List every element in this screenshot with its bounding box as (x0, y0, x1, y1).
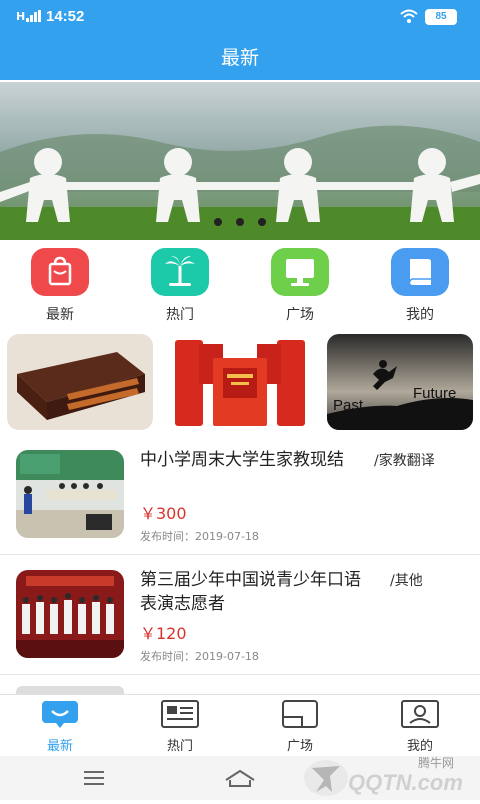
divider (0, 674, 480, 675)
listing-price: ￥300 (140, 504, 187, 523)
home-icon[interactable] (224, 768, 256, 788)
listing-category: /家教翻译 (374, 453, 435, 469)
tab-label: 最新 (46, 739, 73, 754)
tab-square[interactable]: 广场 (260, 699, 340, 754)
list-item[interactable]: 中小学周末大学生家教现结 /家教翻译 ￥300 发布时间：2019-07-18 (0, 440, 480, 556)
chat-bubble-icon (40, 699, 80, 729)
tea-gift-box-image (7, 334, 153, 430)
list-item[interactable]: 第三届少年中国说青少年口语表演志愿者 /其他 ￥120 发布时间：2019-07… (0, 560, 480, 676)
red-gift-boxes-image (167, 334, 313, 430)
category-latest[interactable]: 最新 (20, 248, 100, 324)
promo-text-past: Past (333, 397, 364, 414)
promo-text-future: Future (413, 385, 456, 402)
watermark: 腾牛网 QQTN.com (300, 752, 480, 800)
menu-icon[interactable] (82, 770, 106, 786)
carousel-dot[interactable] (214, 218, 222, 226)
user-card-icon (400, 699, 440, 729)
listing-category: /其他 (390, 573, 423, 589)
promo-card[interactable]: Past Future (327, 334, 473, 430)
page-title: 最新 (0, 36, 480, 80)
banner-image (0, 82, 480, 240)
category-grid: 最新 热门 广场 我的 (0, 248, 480, 328)
category-hot[interactable]: 热门 (140, 248, 220, 324)
book-icon (391, 248, 449, 296)
tab-hot[interactable]: 热门 (140, 699, 220, 754)
listing-date: 发布时间：2019-07-18 (140, 650, 259, 663)
divider (0, 554, 480, 555)
palm-tree-icon (151, 248, 209, 296)
banner-carousel[interactable] (0, 82, 480, 240)
bottom-tab-bar: 最新 热门 广场 我的 (0, 694, 480, 754)
listing-title: 第三届少年中国说青少年口语表演志愿者 (140, 570, 361, 614)
watermark-text: QQTN.com (348, 770, 463, 795)
category-square[interactable]: 广场 (260, 248, 340, 324)
listing-thumbnail (16, 570, 124, 658)
status-bar: H 14:52 85 (0, 0, 480, 36)
tab-label: 热门 (166, 739, 193, 754)
past-future-image: Past Future (327, 334, 473, 430)
tab-latest[interactable]: 最新 (20, 699, 100, 754)
shopping-bag-icon (31, 248, 89, 296)
carousel-dot[interactable] (258, 218, 266, 226)
category-label: 最新 (46, 307, 74, 323)
listing-thumbnail (16, 450, 124, 538)
watermark-brand: 腾牛网 (418, 756, 455, 770)
category-label: 我的 (406, 307, 434, 323)
tab-mine[interactable]: 我的 (380, 699, 460, 754)
category-label: 广场 (286, 307, 314, 323)
signal-icon: H (16, 10, 26, 23)
promo-row: Past Future (0, 334, 480, 432)
listing-title: 中小学周末大学生家教现结 (140, 450, 344, 470)
clock: 14:52 (46, 8, 85, 25)
listing-date: 发布时间：2019-07-18 (140, 530, 259, 543)
category-mine[interactable]: 我的 (380, 248, 460, 324)
carousel-dot[interactable] (236, 218, 244, 226)
listing-price: ￥120 (140, 624, 187, 643)
promo-card[interactable] (7, 334, 153, 430)
wifi-icon (400, 9, 418, 23)
category-label: 热门 (166, 307, 194, 323)
battery-indicator: 85 (425, 9, 457, 25)
square-window-icon (280, 699, 320, 729)
monitor-icon (271, 248, 329, 296)
promo-card[interactable] (167, 334, 313, 430)
news-card-icon (160, 699, 200, 729)
signal-bars-icon (26, 10, 41, 22)
